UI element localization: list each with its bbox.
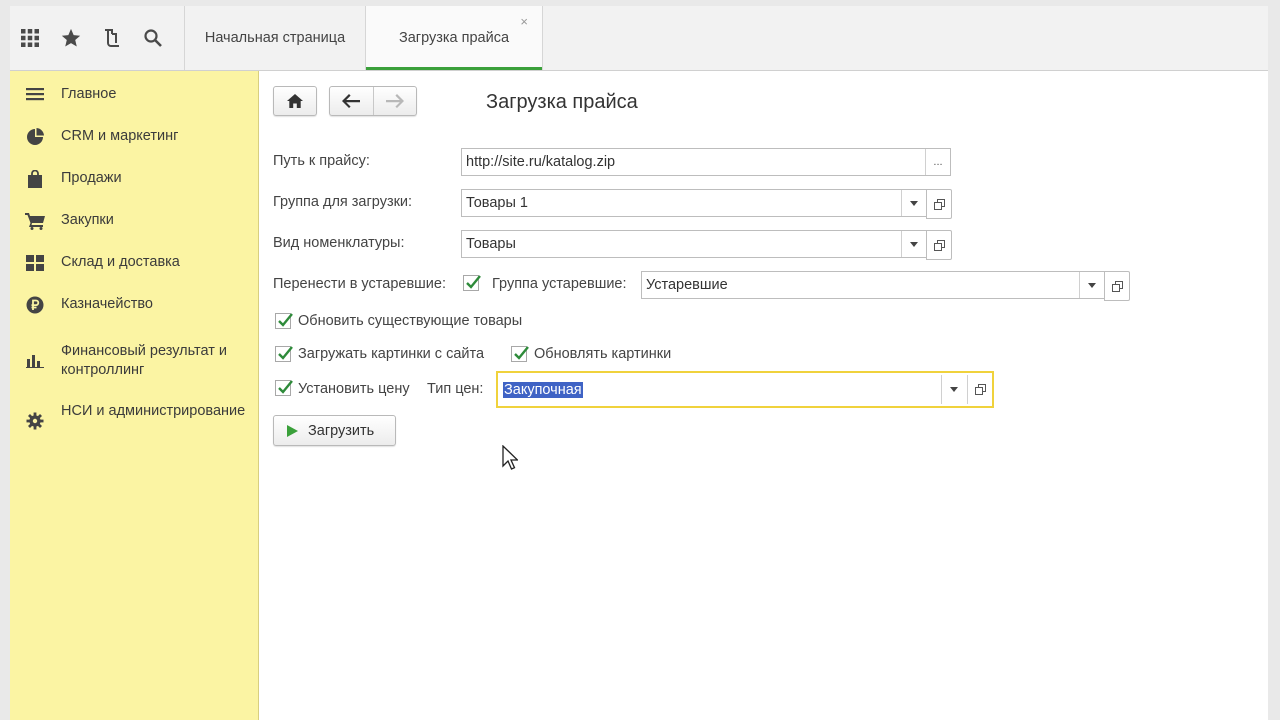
price-type-value: Закупочная xyxy=(503,381,583,398)
update-existing-label[interactable]: Обновить существующие товары xyxy=(298,313,522,329)
history-icon[interactable] xyxy=(101,27,123,49)
open-window-icon xyxy=(933,198,945,210)
sidebar-item-label: Склад и доставка xyxy=(61,254,180,270)
price-type-label: Тип цен: xyxy=(427,381,484,397)
nomenclature-type-open-button[interactable] xyxy=(926,230,952,260)
bar-chart-icon xyxy=(25,350,45,370)
app-window: Начальная страница Загрузка прайса × Гла… xyxy=(10,6,1268,720)
home-button[interactable] xyxy=(273,86,317,116)
arrow-right-icon xyxy=(385,94,404,108)
sidebar-item-purchases[interactable]: Закупки xyxy=(10,211,258,231)
shopping-bag-icon xyxy=(25,169,45,189)
nomenclature-type-value: Товары xyxy=(466,236,516,252)
nomenclature-type-dropdown-button[interactable] xyxy=(901,231,926,257)
price-type-open-button[interactable] xyxy=(967,375,992,404)
set-price-checkbox[interactable] xyxy=(275,380,293,396)
tab-home-label: Начальная страница xyxy=(204,30,346,46)
price-path-picker-button[interactable]: ... xyxy=(925,149,950,175)
sidebar-item-crm[interactable]: CRM и маркетинг xyxy=(10,127,258,147)
arrow-left-icon xyxy=(342,94,361,108)
play-icon xyxy=(287,424,298,437)
price-type-field[interactable]: Закупочная xyxy=(496,371,994,408)
sidebar-item-label: Главное xyxy=(61,86,117,102)
top-toolbar: Начальная страница Загрузка прайса × xyxy=(10,6,1268,71)
obsolete-group-field[interactable]: Устаревшие xyxy=(641,271,1105,299)
ruble-coin-icon xyxy=(25,295,45,315)
nomenclature-type-field[interactable]: Товары xyxy=(461,230,927,258)
tab-home[interactable]: Начальная страница xyxy=(185,6,366,70)
checkmark-icon xyxy=(514,346,529,360)
move-obsolete-checkbox[interactable] xyxy=(463,275,481,291)
sidebar-item-label: Закупки xyxy=(61,212,114,228)
active-tab-indicator xyxy=(366,67,542,70)
open-window-icon xyxy=(974,384,986,395)
forward-button[interactable] xyxy=(374,87,417,115)
checkmark-icon xyxy=(278,346,293,360)
obsolete-group-value: Устаревшие xyxy=(646,277,728,293)
update-existing-checkbox[interactable] xyxy=(275,313,293,329)
star-icon[interactable] xyxy=(60,27,82,49)
toolbar-icons xyxy=(10,6,185,70)
price-type-dropdown-button[interactable] xyxy=(941,375,966,404)
upload-group-value: Товары 1 xyxy=(466,195,528,211)
home-icon xyxy=(287,94,303,108)
sidebar-item-treasury[interactable]: Казначейство xyxy=(10,295,258,315)
upload-group-field[interactable]: Товары 1 xyxy=(461,189,927,217)
close-icon[interactable]: × xyxy=(520,14,528,29)
sidebar-item-label: CRM и маркетинг xyxy=(61,128,179,144)
price-path-field[interactable]: http://site.ru/katalog.zip ... xyxy=(461,148,951,176)
load-button[interactable]: Загрузить xyxy=(273,415,396,446)
move-obsolete-label: Перенести в устаревшие: xyxy=(273,276,446,292)
load-images-checkbox[interactable] xyxy=(275,346,293,362)
obsolete-group-dropdown-button[interactable] xyxy=(1079,272,1104,298)
chevron-down-icon xyxy=(1088,282,1096,288)
chevron-down-icon xyxy=(910,241,918,247)
chevron-down-icon xyxy=(910,200,918,206)
chevron-down-icon xyxy=(950,387,958,392)
price-path-label: Путь к прайсу: xyxy=(273,153,370,169)
checkmark-icon xyxy=(466,275,481,289)
sidebar-item-label: Казначейство xyxy=(61,296,153,312)
price-path-value: http://site.ru/katalog.zip xyxy=(466,154,616,170)
pie-chart-icon xyxy=(25,127,45,147)
update-images-label[interactable]: Обновлять картинки xyxy=(534,346,671,362)
upload-group-label: Группа для загрузки: xyxy=(273,194,413,210)
cart-icon xyxy=(25,211,45,231)
search-icon[interactable] xyxy=(142,27,164,49)
open-window-icon xyxy=(933,239,945,251)
sidebar-item-label: НСИ и администрирование xyxy=(61,403,246,419)
obsolete-group-label: Группа устаревшие: xyxy=(492,276,627,292)
tab-price-upload[interactable]: Загрузка прайса × xyxy=(366,6,543,70)
menu-icon xyxy=(25,85,45,105)
nomenclature-type-label: Вид номенклатуры: xyxy=(273,235,405,251)
sidebar-item-label: Финансовый результат и контроллинг xyxy=(61,343,228,378)
apps-grid-icon[interactable] xyxy=(19,27,41,49)
checkmark-icon xyxy=(278,313,293,327)
mouse-cursor-icon xyxy=(502,445,518,470)
sidebar-item-warehouse[interactable]: Склад и доставка xyxy=(10,253,258,273)
set-price-label[interactable]: Установить цену xyxy=(298,381,410,397)
load-button-label: Загрузить xyxy=(308,422,375,439)
form-area: Загрузка прайса Путь к прайсу: http://si… xyxy=(259,71,1268,720)
sidebar-item-finance[interactable]: Финансовый результат и контроллинг xyxy=(10,342,258,382)
obsolete-group-open-button[interactable] xyxy=(1104,271,1130,301)
load-images-label[interactable]: Загружать картинки с сайта xyxy=(298,346,484,362)
back-button[interactable] xyxy=(330,87,374,115)
open-window-icon xyxy=(1111,280,1123,292)
sidebar-item-label: Продажи xyxy=(61,170,122,186)
sidebar-item-main[interactable]: Главное xyxy=(10,85,258,105)
sidebar: Главное CRM и маркетинг Продажи Закупки … xyxy=(10,71,259,720)
page-title: Загрузка прайса xyxy=(486,91,638,113)
nav-buttons xyxy=(329,86,417,116)
checkmark-icon xyxy=(278,380,293,394)
update-images-checkbox[interactable] xyxy=(511,346,529,362)
gear-icon xyxy=(25,411,45,431)
upload-group-dropdown-button[interactable] xyxy=(901,190,926,216)
warehouse-grid-icon xyxy=(25,253,45,273)
sidebar-item-admin[interactable]: НСИ и администрирование xyxy=(10,402,258,442)
upload-group-open-button[interactable] xyxy=(926,189,952,219)
tab-price-upload-label: Загрузка прайса xyxy=(398,30,510,46)
sidebar-item-sales[interactable]: Продажи xyxy=(10,169,258,189)
